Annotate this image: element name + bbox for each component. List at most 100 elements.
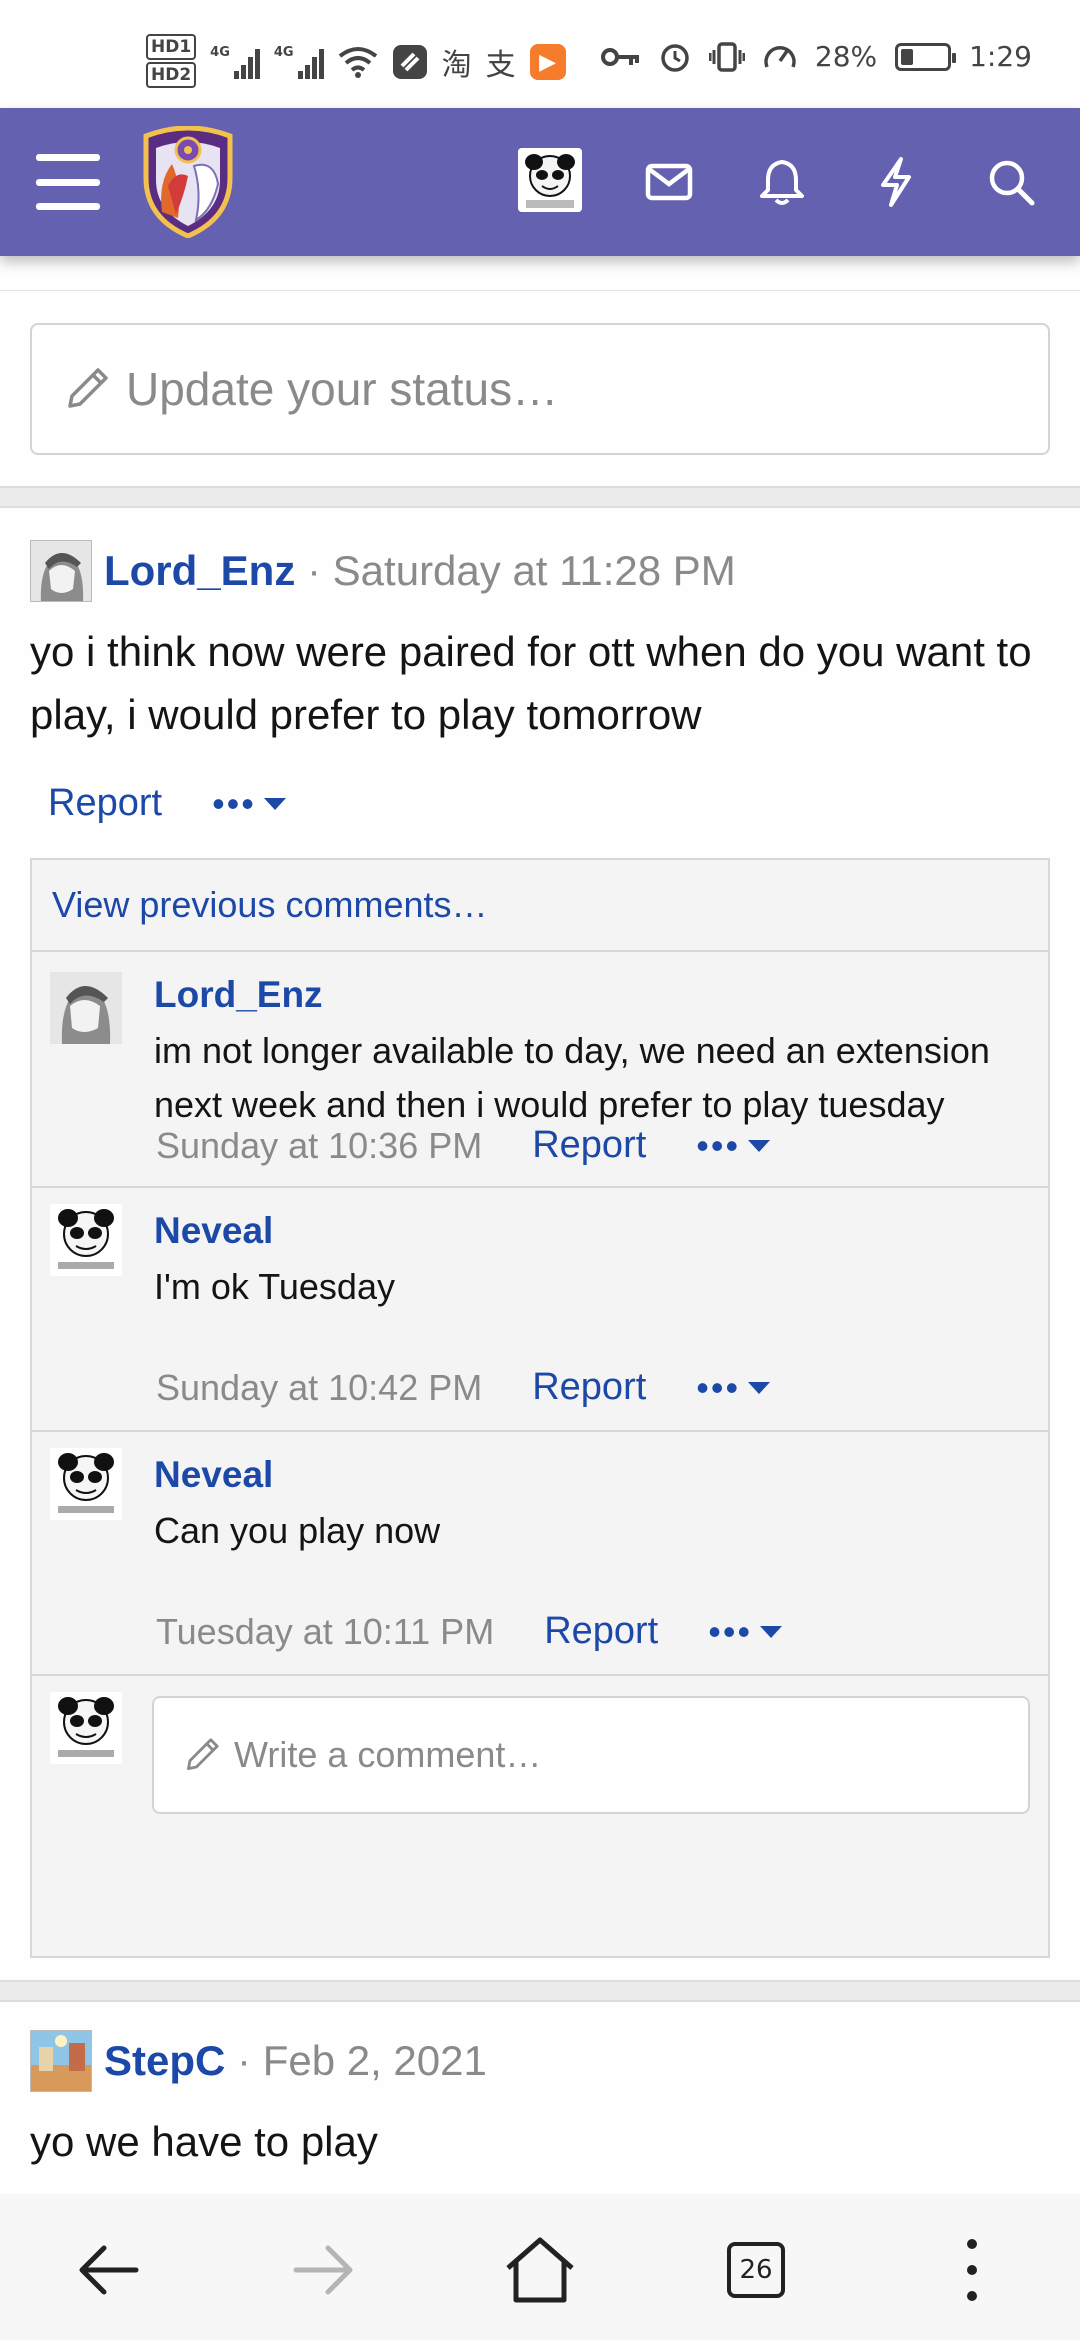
home-icon[interactable]: [504, 2234, 576, 2306]
tab-count: 26: [727, 2242, 785, 2298]
post-header: Lord_Enz · Saturday at 11:28 PM: [30, 540, 736, 602]
system-status-bar: HD1 HD2 4G 4G 淘 支 ▶ 28% 1:29: [0, 0, 1080, 108]
video-app-icon: ▶: [529, 44, 566, 80]
post-time[interactable]: Feb 2, 2021: [263, 2037, 487, 2085]
key-icon: [600, 47, 639, 66]
meta-separator: ·: [307, 548, 321, 593]
more-actions-button[interactable]: •••: [696, 1366, 771, 1409]
alarm-icon: [661, 43, 689, 72]
comments-list: View previous comments… Lord_Enz im not …: [30, 858, 1050, 1958]
hd2-label: HD2: [146, 62, 197, 88]
profile-post: StepC · Feb 2, 2021 yo we have to play: [0, 2004, 1080, 2194]
comment-meta: Sunday at 10:42 PM Report •••: [156, 1366, 771, 1409]
wifi-icon: [338, 47, 377, 78]
write-comment-input[interactable]: Write a comment…: [152, 1696, 1030, 1814]
search-icon[interactable]: [981, 152, 1041, 212]
comment-text: Can you play now: [154, 1510, 441, 1551]
user-avatar[interactable]: [518, 148, 582, 212]
avatar[interactable]: [50, 1204, 122, 1276]
comment-time[interactable]: Sunday at 10:42 PM: [156, 1367, 482, 1409]
post-header: StepC · Feb 2, 2021: [30, 2030, 487, 2092]
hd1-label: HD1: [146, 34, 197, 60]
avatar[interactable]: [30, 2030, 92, 2092]
chevron-down-icon: [748, 1381, 771, 1394]
lightning-icon[interactable]: [866, 152, 926, 212]
hamburger-icon[interactable]: [36, 154, 100, 210]
comment-item: Lord_Enz im not longer available to day,…: [32, 952, 1048, 1188]
report-link[interactable]: Report: [544, 1610, 658, 1653]
status-left-icons: HD1 HD2 4G 4G 淘 支 ▶: [146, 34, 566, 90]
tabs-button[interactable]: 26: [720, 2234, 792, 2306]
meta-separator: ·: [237, 2038, 251, 2083]
view-previous-label: View previous comments…: [52, 884, 488, 925]
report-link[interactable]: Report: [532, 1124, 646, 1167]
comment-time[interactable]: Tuesday at 10:11 PM: [156, 1611, 494, 1653]
battery-percent: 28%: [814, 40, 878, 73]
net2-label: 4G: [273, 45, 294, 60]
report-link[interactable]: Report: [48, 782, 162, 825]
hd-indicator: HD1 HD2: [146, 34, 197, 90]
bell-icon[interactable]: [752, 152, 812, 212]
profile-post: Lord_Enz · Saturday at 11:28 PM yo i thi…: [0, 510, 1080, 1980]
inbox-icon[interactable]: [639, 152, 699, 212]
comment-text: im not longer available to day, we need …: [154, 1030, 990, 1125]
clock: 1:29: [969, 40, 1032, 73]
comment-meta: Sunday at 10:36 PM Report •••: [156, 1124, 771, 1167]
pencil-icon: [187, 1738, 219, 1770]
speed-icon: [764, 45, 796, 68]
browser-bottom-bar: 26: [0, 2194, 1080, 2340]
status-right-icons: 28% 1:29: [600, 40, 1032, 73]
status-placeholder: Update your status…: [126, 363, 559, 415]
comment-meta: Tuesday at 10:11 PM Report •••: [156, 1610, 783, 1653]
link-app-icon: [392, 45, 427, 79]
avatar[interactable]: [30, 540, 92, 602]
battery-icon: [895, 42, 957, 71]
avatar[interactable]: [50, 1448, 122, 1520]
comment-placeholder: Write a comment…: [234, 1734, 542, 1775]
signal-icon: 4G: [210, 45, 260, 79]
taobao-icon: 淘: [441, 48, 472, 83]
more-actions-button[interactable]: •••: [696, 1124, 771, 1167]
more-dots: •••: [696, 1366, 741, 1408]
comment-author[interactable]: Neveal: [154, 1210, 273, 1252]
more-actions-button[interactable]: •••: [212, 783, 286, 825]
more-dots: •••: [708, 1610, 753, 1652]
view-previous-comments[interactable]: View previous comments…: [32, 860, 1048, 952]
status-update-input[interactable]: Update your status…: [30, 323, 1050, 455]
forward-arrow-icon[interactable]: [288, 2234, 360, 2306]
forum-shield-logo[interactable]: [138, 126, 238, 238]
section-divider: [0, 486, 1080, 508]
report-link[interactable]: Report: [532, 1366, 646, 1409]
more-vertical-icon[interactable]: [936, 2234, 1008, 2306]
more-dots: •••: [696, 1124, 741, 1166]
post-author[interactable]: StepC: [104, 2037, 225, 2085]
comment-text: I'm ok Tuesday: [154, 1266, 395, 1307]
battery-level: [901, 48, 914, 65]
comment-item: Neveal I'm ok Tuesday Sunday at 10:42 PM…: [32, 1188, 1048, 1432]
more-dots: •••: [212, 782, 256, 824]
more-actions-button[interactable]: •••: [708, 1610, 783, 1653]
post-time[interactable]: Saturday at 11:28 PM: [333, 547, 736, 595]
chevron-down-icon: [748, 1139, 771, 1152]
chevron-down-icon: [263, 797, 286, 810]
post-body: yo i think now were paired for ott when …: [30, 628, 1032, 738]
post-actions: Report •••: [48, 782, 286, 825]
signal-icon-2: 4G: [274, 45, 324, 79]
post-body: yo we have to play: [30, 2118, 378, 2165]
pencil-icon: [68, 368, 108, 408]
status-update-section: Update your status…: [0, 290, 1080, 486]
post-author[interactable]: Lord_Enz: [104, 547, 295, 595]
section-divider: [0, 1980, 1080, 2002]
avatar: [50, 1692, 122, 1764]
comment-item: Neveal Can you play now Tuesday at 10:11…: [32, 1432, 1048, 1676]
vibrate-icon: [708, 41, 745, 72]
chevron-down-icon: [760, 1625, 783, 1638]
comment-author[interactable]: Neveal: [154, 1454, 273, 1496]
comment-author[interactable]: Lord_Enz: [154, 974, 323, 1016]
back-arrow-icon[interactable]: [72, 2234, 144, 2306]
comment-time[interactable]: Sunday at 10:36 PM: [156, 1125, 482, 1167]
alipay-icon: 支: [485, 48, 516, 83]
app-header: [0, 108, 1080, 256]
avatar[interactable]: [50, 972, 122, 1044]
net1-label: 4G: [210, 45, 230, 60]
